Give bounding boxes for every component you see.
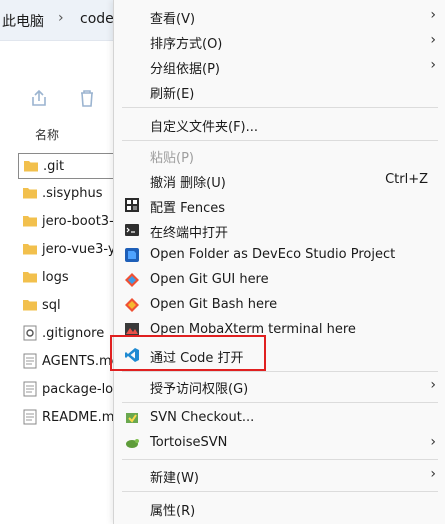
folder-icon	[23, 272, 37, 283]
chevron-right-icon: ›	[430, 434, 436, 450]
menu-separator	[122, 107, 438, 108]
deveco-icon	[125, 248, 139, 262]
menu-item-grant-access[interactable]: 授予访问权限(G) ›	[114, 374, 445, 399]
menu-item-properties[interactable]: 属性(R)	[114, 496, 445, 521]
folder-icon	[23, 216, 37, 227]
context-menu: 查看(V) › 排序方式(O) › 分组依据(P) › 刷新(E) 自定义文件夹…	[113, 0, 445, 524]
list-item[interactable]: .git	[18, 153, 128, 179]
git-icon	[125, 298, 139, 312]
menu-separator	[122, 459, 438, 460]
folder-icon	[23, 300, 37, 311]
delete-icon[interactable]	[75, 86, 99, 110]
list-item[interactable]: README.mc	[18, 405, 128, 431]
menu-item-open-with-code[interactable]: 通过 Code 打开	[114, 343, 445, 368]
menu-item-git-gui[interactable]: Open Git GUI here	[114, 268, 445, 293]
folder-icon	[23, 188, 37, 199]
column-header-name[interactable]: 名称	[35, 126, 59, 143]
menu-separator	[122, 371, 438, 372]
vscode-icon	[125, 348, 139, 362]
menu-item-refresh[interactable]: 刷新(E)	[114, 79, 445, 104]
list-item[interactable]: sql	[18, 293, 128, 319]
menu-item-fences[interactable]: 配置 Fences	[114, 193, 445, 218]
git-icon	[125, 273, 139, 287]
fences-icon	[125, 198, 139, 212]
menu-item-new[interactable]: 新建(W) ›	[114, 463, 445, 488]
list-item[interactable]: jero-vue3-yo	[18, 237, 128, 263]
menu-item-group[interactable]: 分组依据(P) ›	[114, 54, 445, 79]
list-item[interactable]: package-loc	[18, 377, 128, 403]
menu-item-sort[interactable]: 排序方式(O) ›	[114, 29, 445, 54]
menu-item-deveco[interactable]: Open Folder as DevEco Studio Project	[114, 243, 445, 268]
list-item[interactable]: .gitignore	[18, 321, 128, 347]
chevron-right-icon: ›	[430, 466, 436, 482]
chevron-right-icon: ›	[430, 32, 436, 48]
menu-item-undo-delete[interactable]: 撤消 删除(U) Ctrl+Z	[114, 168, 445, 193]
menu-separator	[122, 140, 438, 141]
list-item[interactable]: jero-boot3-y	[18, 209, 128, 235]
folder-icon	[23, 244, 37, 255]
menu-item-paste[interactable]: 粘贴(P)	[114, 143, 445, 168]
list-item[interactable]: logs	[18, 265, 128, 291]
list-item[interactable]: .sisyphus	[18, 181, 128, 207]
chevron-right-icon: ›	[430, 7, 436, 23]
tortoisesvn-icon	[126, 439, 139, 448]
menu-item-view[interactable]: 查看(V) ›	[114, 4, 445, 29]
menu-item-open-terminal[interactable]: 在终端中打开	[114, 218, 445, 243]
breadcrumb-chevron-icon: ›	[58, 10, 64, 26]
folder-icon	[24, 161, 38, 172]
chevron-right-icon: ›	[430, 57, 436, 73]
menu-separator	[122, 491, 438, 492]
gear-file-icon	[23, 325, 37, 341]
menu-item-git-bash[interactable]: Open Git Bash here	[114, 293, 445, 318]
breadcrumb-code[interactable]: code	[80, 11, 114, 27]
mobaxterm-icon	[125, 323, 139, 337]
document-icon	[23, 381, 37, 397]
chevron-right-icon: ›	[430, 377, 436, 393]
menu-separator	[122, 402, 438, 403]
menu-item-tortoisesvn[interactable]: TortoiseSVN ›	[114, 431, 445, 456]
document-icon	[23, 353, 37, 369]
list-item[interactable]: AGENTS.mc	[18, 349, 128, 375]
share-icon[interactable]	[27, 86, 51, 110]
terminal-icon	[125, 224, 139, 236]
svn-checkout-icon	[126, 413, 138, 423]
menu-item-customize[interactable]: 自定义文件夹(F)...	[114, 112, 445, 137]
breadcrumb-this-pc[interactable]: 此电脑	[2, 11, 44, 31]
menu-item-svn-checkout[interactable]: SVN Checkout...	[114, 406, 445, 431]
menu-item-mobaxterm[interactable]: Open MobaXterm terminal here	[114, 318, 445, 343]
document-icon	[23, 409, 37, 425]
